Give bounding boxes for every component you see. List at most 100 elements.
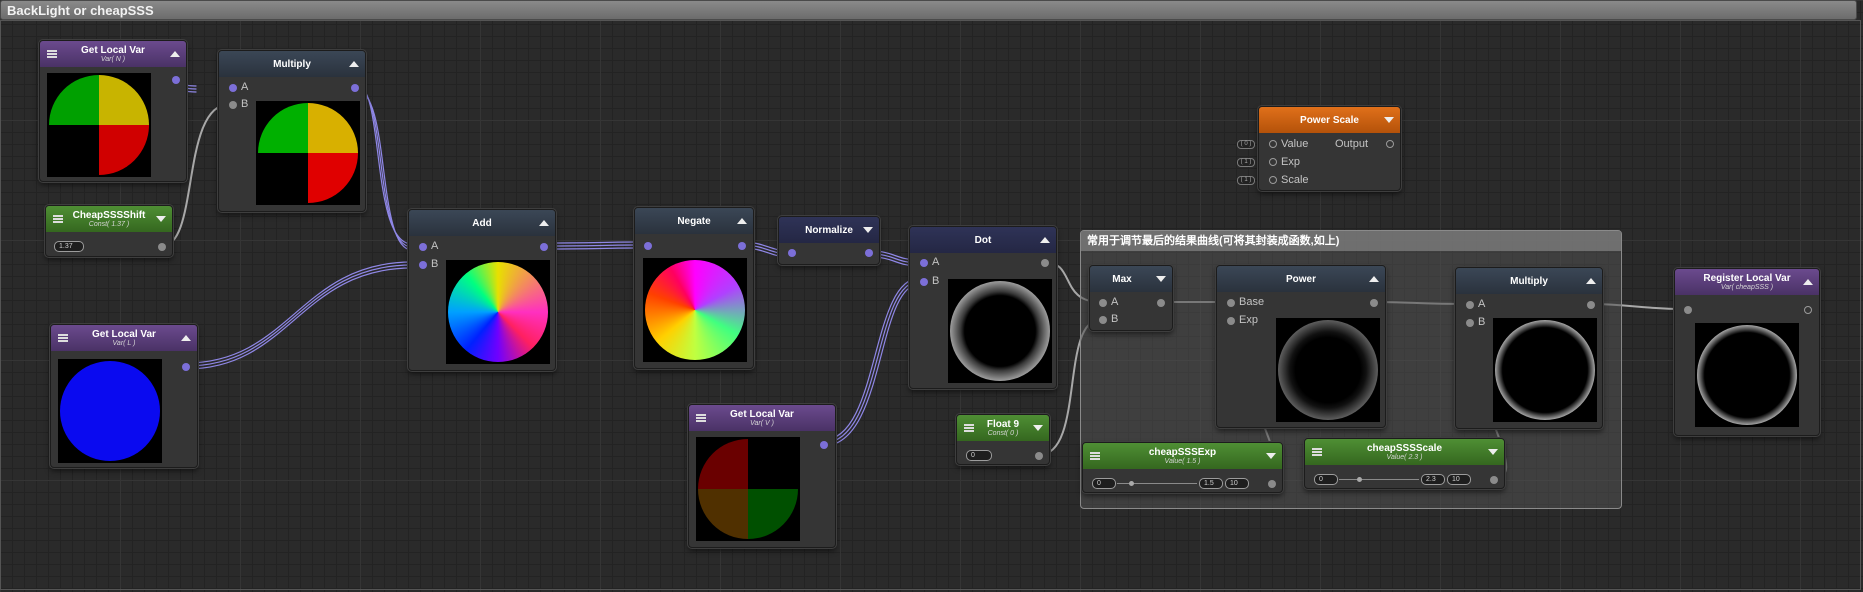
node-header[interactable]: Get Local Var Var( L ) bbox=[51, 325, 197, 351]
output-port[interactable] bbox=[865, 249, 873, 257]
node-header[interactable]: Normalize bbox=[779, 217, 879, 243]
node-dot[interactable]: Dot A B bbox=[909, 226, 1057, 389]
output-port[interactable] bbox=[1157, 299, 1165, 307]
value-field[interactable]: 2.3 bbox=[1421, 474, 1445, 485]
default-value-exp[interactable]: ( 1 ) bbox=[1237, 158, 1255, 167]
output-port[interactable] bbox=[820, 441, 828, 449]
node-header[interactable]: Max bbox=[1090, 266, 1172, 292]
dropdown-arrow-icon[interactable] bbox=[1033, 425, 1043, 431]
node-header[interactable]: cheapSSSScale Value( 2.3 ) bbox=[1305, 439, 1504, 465]
node-multiply-1[interactable]: Multiply A B bbox=[218, 50, 366, 212]
output-port[interactable] bbox=[351, 84, 359, 92]
collapse-arrow-icon[interactable] bbox=[1369, 276, 1379, 282]
input-port-a[interactable] bbox=[1099, 299, 1107, 307]
dropdown-arrow-icon[interactable] bbox=[156, 216, 166, 222]
output-port[interactable] bbox=[738, 242, 746, 250]
collapse-arrow-icon[interactable] bbox=[170, 51, 180, 57]
node-get-local-var-v[interactable]: Get Local Var Var( V ) bbox=[688, 404, 836, 548]
input-label-a: A bbox=[932, 256, 940, 268]
collapse-arrow-icon[interactable] bbox=[1586, 278, 1596, 284]
slider-knob[interactable] bbox=[1129, 481, 1134, 486]
node-header[interactable]: Negate bbox=[635, 208, 753, 234]
node-get-local-var-l[interactable]: Get Local Var Var( L ) bbox=[50, 324, 198, 468]
node-normalize[interactable]: Normalize bbox=[778, 216, 880, 265]
value-field[interactable]: 0 bbox=[966, 450, 992, 461]
node-header[interactable]: Power bbox=[1217, 266, 1385, 292]
node-header[interactable]: Dot bbox=[910, 227, 1056, 253]
node-header[interactable]: Register Local Var Var( cheapSSS ) bbox=[1675, 269, 1819, 295]
output-port[interactable] bbox=[1041, 259, 1049, 267]
dropdown-arrow-icon[interactable] bbox=[1266, 453, 1276, 459]
value-slider[interactable] bbox=[1339, 479, 1419, 480]
output-port[interactable] bbox=[158, 243, 166, 251]
node-add[interactable]: Add A B bbox=[408, 209, 556, 371]
input-port-scale[interactable] bbox=[1269, 176, 1277, 184]
output-port[interactable] bbox=[1804, 306, 1812, 314]
node-float-9[interactable]: Float 9 Const( 0 ) 0 bbox=[956, 414, 1050, 465]
node-cheap-sss-shift[interactable]: CheapSSSShift Const( 1.37 ) 1.37 bbox=[45, 205, 173, 257]
input-port-exp[interactable] bbox=[1227, 317, 1235, 325]
node-header[interactable]: Get Local Var Var( N ) bbox=[40, 41, 186, 67]
node-header[interactable]: Get Local Var Var( V ) bbox=[689, 405, 835, 431]
min-field[interactable]: 0 bbox=[1092, 478, 1116, 489]
output-port[interactable] bbox=[172, 76, 180, 84]
node-header[interactable]: Add bbox=[409, 210, 555, 236]
value-field[interactable]: 1.5 bbox=[1199, 478, 1223, 489]
input-port[interactable] bbox=[644, 242, 652, 250]
value-field[interactable]: 1.37 bbox=[54, 241, 84, 252]
input-port[interactable] bbox=[788, 249, 796, 257]
node-cheap-sss-scale[interactable]: cheapSSSScale Value( 2.3 ) 0 2.3 10 bbox=[1304, 438, 1505, 489]
input-port-a[interactable] bbox=[419, 243, 427, 251]
output-port[interactable] bbox=[1370, 299, 1378, 307]
input-port-b[interactable] bbox=[229, 101, 237, 109]
node-negate[interactable]: Negate bbox=[634, 207, 754, 369]
node-header[interactable]: Power Scale bbox=[1259, 107, 1400, 133]
output-port[interactable] bbox=[1268, 480, 1276, 488]
dropdown-arrow-icon[interactable] bbox=[1384, 117, 1394, 123]
collapse-arrow-icon[interactable] bbox=[1803, 279, 1813, 285]
node-get-local-var-n[interactable]: Get Local Var Var( N ) bbox=[39, 40, 187, 182]
input-port-a[interactable] bbox=[229, 84, 237, 92]
node-cheap-sss-exp[interactable]: cheapSSSExp Value( 1.5 ) 0 1.5 10 bbox=[1082, 442, 1283, 493]
collapse-arrow-icon[interactable] bbox=[349, 61, 359, 67]
input-port-b[interactable] bbox=[1099, 316, 1107, 324]
output-port[interactable] bbox=[1035, 452, 1043, 460]
input-port-b[interactable] bbox=[920, 278, 928, 286]
max-field[interactable]: 10 bbox=[1225, 478, 1249, 489]
output-port[interactable] bbox=[1386, 140, 1394, 148]
node-power[interactable]: Power Base Exp bbox=[1216, 265, 1386, 428]
node-header[interactable]: cheapSSSExp Value( 1.5 ) bbox=[1083, 443, 1282, 469]
collapse-arrow-icon[interactable] bbox=[181, 335, 191, 341]
collapse-arrow-icon[interactable] bbox=[1040, 237, 1050, 243]
output-port[interactable] bbox=[540, 243, 548, 251]
default-value-scale[interactable]: ( 1 ) bbox=[1237, 176, 1255, 185]
node-register-local-var[interactable]: Register Local Var Var( cheapSSS ) bbox=[1674, 268, 1820, 436]
node-power-scale[interactable]: Power Scale Value Output Exp Scale bbox=[1258, 106, 1401, 191]
node-header[interactable]: Multiply bbox=[1456, 268, 1602, 294]
output-port[interactable] bbox=[182, 363, 190, 371]
node-header[interactable]: CheapSSSShift Const( 1.37 ) bbox=[46, 206, 172, 232]
input-port-b[interactable] bbox=[1466, 319, 1474, 327]
input-port-base[interactable] bbox=[1227, 299, 1235, 307]
node-max[interactable]: Max A B bbox=[1089, 265, 1173, 331]
output-port[interactable] bbox=[1490, 476, 1498, 484]
node-header[interactable]: Float 9 Const( 0 ) bbox=[957, 415, 1049, 441]
dropdown-arrow-icon[interactable] bbox=[1488, 449, 1498, 455]
input-port[interactable] bbox=[1684, 306, 1692, 314]
collapse-arrow-icon[interactable] bbox=[539, 220, 549, 226]
output-port[interactable] bbox=[1587, 301, 1595, 309]
input-port-b[interactable] bbox=[419, 261, 427, 269]
min-field[interactable]: 0 bbox=[1314, 474, 1338, 485]
dropdown-arrow-icon[interactable] bbox=[1156, 276, 1166, 282]
collapse-arrow-icon[interactable] bbox=[737, 218, 747, 224]
node-multiply-2[interactable]: Multiply A B bbox=[1455, 267, 1603, 429]
max-field[interactable]: 10 bbox=[1447, 474, 1471, 485]
node-header[interactable]: Multiply bbox=[219, 51, 365, 77]
slider-knob[interactable] bbox=[1357, 477, 1362, 482]
input-port-a[interactable] bbox=[920, 259, 928, 267]
default-value-value[interactable]: ( 0 ) bbox=[1237, 140, 1255, 149]
dropdown-arrow-icon[interactable] bbox=[863, 227, 873, 233]
input-port-a[interactable] bbox=[1466, 301, 1474, 309]
input-port-exp[interactable] bbox=[1269, 158, 1277, 166]
input-port-value[interactable] bbox=[1269, 140, 1277, 148]
